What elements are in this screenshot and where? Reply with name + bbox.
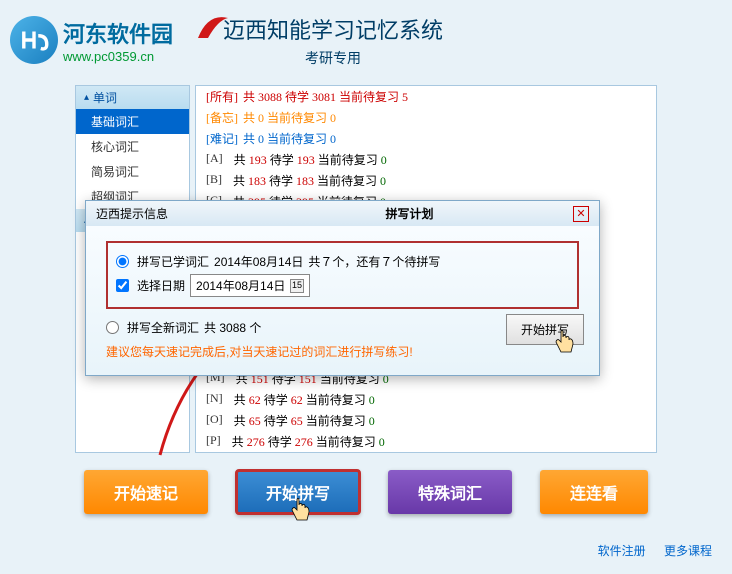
stat-text: 共 0 当前待复习 0 (243, 130, 336, 147)
option-label: 拼写全新词汇 (127, 319, 199, 336)
option-date: 2014年08月14日 (214, 253, 303, 270)
start-spelling-button[interactable]: 开始拼写 (236, 470, 360, 514)
option-select-date[interactable]: 选择日期 2014年08月14日 15 (116, 272, 569, 299)
checkbox-date[interactable] (116, 279, 129, 292)
footer-links: 软件注册 更多课程 (583, 542, 712, 559)
sidebar-section-label: 单词 (93, 89, 117, 106)
chevron-up-icon: ▴ (84, 92, 89, 103)
date-value: 2014年08月14日 (196, 277, 285, 294)
site-logo-icon (10, 16, 58, 64)
calendar-icon[interactable]: 15 (290, 279, 304, 293)
hint-text: 建议您每天速记完成后,对当天速记过的词汇进行拼写练习! (106, 343, 579, 360)
stat-row[interactable]: [A] 共 193 待学 193 当前待复习 0 (196, 149, 656, 170)
sidebar-item[interactable]: 基础词汇 (76, 109, 189, 134)
dialog-title: 拼写计划 (246, 205, 573, 222)
stat-text: 共 3088 待学 3081 当前待复习 5 (243, 88, 408, 105)
start-spell-button[interactable]: 开始拼写 (506, 314, 584, 345)
option-group-highlighted: 拼写已学词汇 2014年08月14日 共７个，还有７个待拼写 选择日期 2014… (106, 241, 579, 309)
sidebar-section-words[interactable]: ▴ 单词 (76, 86, 189, 109)
spell-plan-dialog: 迈西提示信息 拼写计划 ✕ 拼写已学词汇 2014年08月14日 共７个，还有７… (85, 200, 600, 376)
option-rest: 共 3088 个 (204, 319, 261, 336)
bottom-buttons: 开始速记 开始拼写 特殊词汇 连连看 (0, 470, 732, 514)
app-title: 迈西知能学习记忆系统 (223, 13, 443, 45)
matching-game-button[interactable]: 连连看 (540, 470, 648, 514)
stat-row-all[interactable]: [所有] 共 3088 待学 3081 当前待复习 5 (196, 86, 656, 107)
stat-row[interactable]: [N] 共 62 待学 62 当前待复习 0 (196, 389, 656, 410)
special-vocab-button[interactable]: 特殊词汇 (388, 470, 512, 514)
stat-text: 共 0 当前待复习 0 (243, 109, 336, 126)
radio-new[interactable] (106, 321, 119, 334)
option-rest: 共７个，还有７个待拼写 (308, 253, 440, 270)
register-link[interactable]: 软件注册 (598, 544, 646, 558)
app-title-area: 迈西知能学习记忆系统 考研专用 (223, 13, 443, 68)
stat-row-memo[interactable]: [备忘] 共 0 当前待复习 0 (196, 107, 656, 128)
more-courses-link[interactable]: 更多课程 (664, 544, 712, 558)
dialog-titlebar: 迈西提示信息 拼写计划 ✕ (86, 201, 599, 226)
stat-row[interactable]: [O] 共 65 待学 65 当前待复习 0 (196, 410, 656, 431)
dialog-body: 拼写已学词汇 2014年08月14日 共７个，还有７个待拼写 选择日期 2014… (86, 226, 599, 375)
radio-learned[interactable] (116, 255, 129, 268)
app-subtitle: 考研专用 (223, 48, 443, 68)
start-memorize-button[interactable]: 开始速记 (84, 470, 208, 514)
stat-row-hard[interactable]: [难记] 共 0 当前待复习 0 (196, 128, 656, 149)
header: 河东软件园 www.pc0359.cn 迈西知能学习记忆系统 考研专用 (0, 0, 732, 80)
site-info: 河东软件园 www.pc0359.cn (63, 17, 173, 64)
site-url: www.pc0359.cn (63, 49, 173, 64)
option-spell-learned[interactable]: 拼写已学词汇 2014年08月14日 共７个，还有７个待拼写 (116, 251, 569, 272)
close-icon[interactable]: ✕ (573, 206, 589, 222)
app-logo-icon (193, 8, 233, 43)
sidebar-item[interactable]: 核心词汇 (76, 134, 189, 159)
stat-label: [难记] (206, 130, 238, 147)
date-picker[interactable]: 2014年08月14日 15 (190, 274, 310, 297)
option-label: 选择日期 (137, 277, 185, 294)
stat-row[interactable]: [P] 共 276 待学 276 当前待复习 0 (196, 431, 656, 452)
option-label: 拼写已学词汇 (137, 253, 209, 270)
stat-label: [所有] (206, 88, 238, 105)
stat-label: [备忘] (206, 109, 238, 126)
stat-row[interactable]: [B] 共 183 待学 183 当前待复习 0 (196, 170, 656, 191)
site-name: 河东软件园 (63, 17, 173, 49)
sidebar-item[interactable]: 简易词汇 (76, 159, 189, 184)
dialog-app-name: 迈西提示信息 (96, 205, 246, 222)
